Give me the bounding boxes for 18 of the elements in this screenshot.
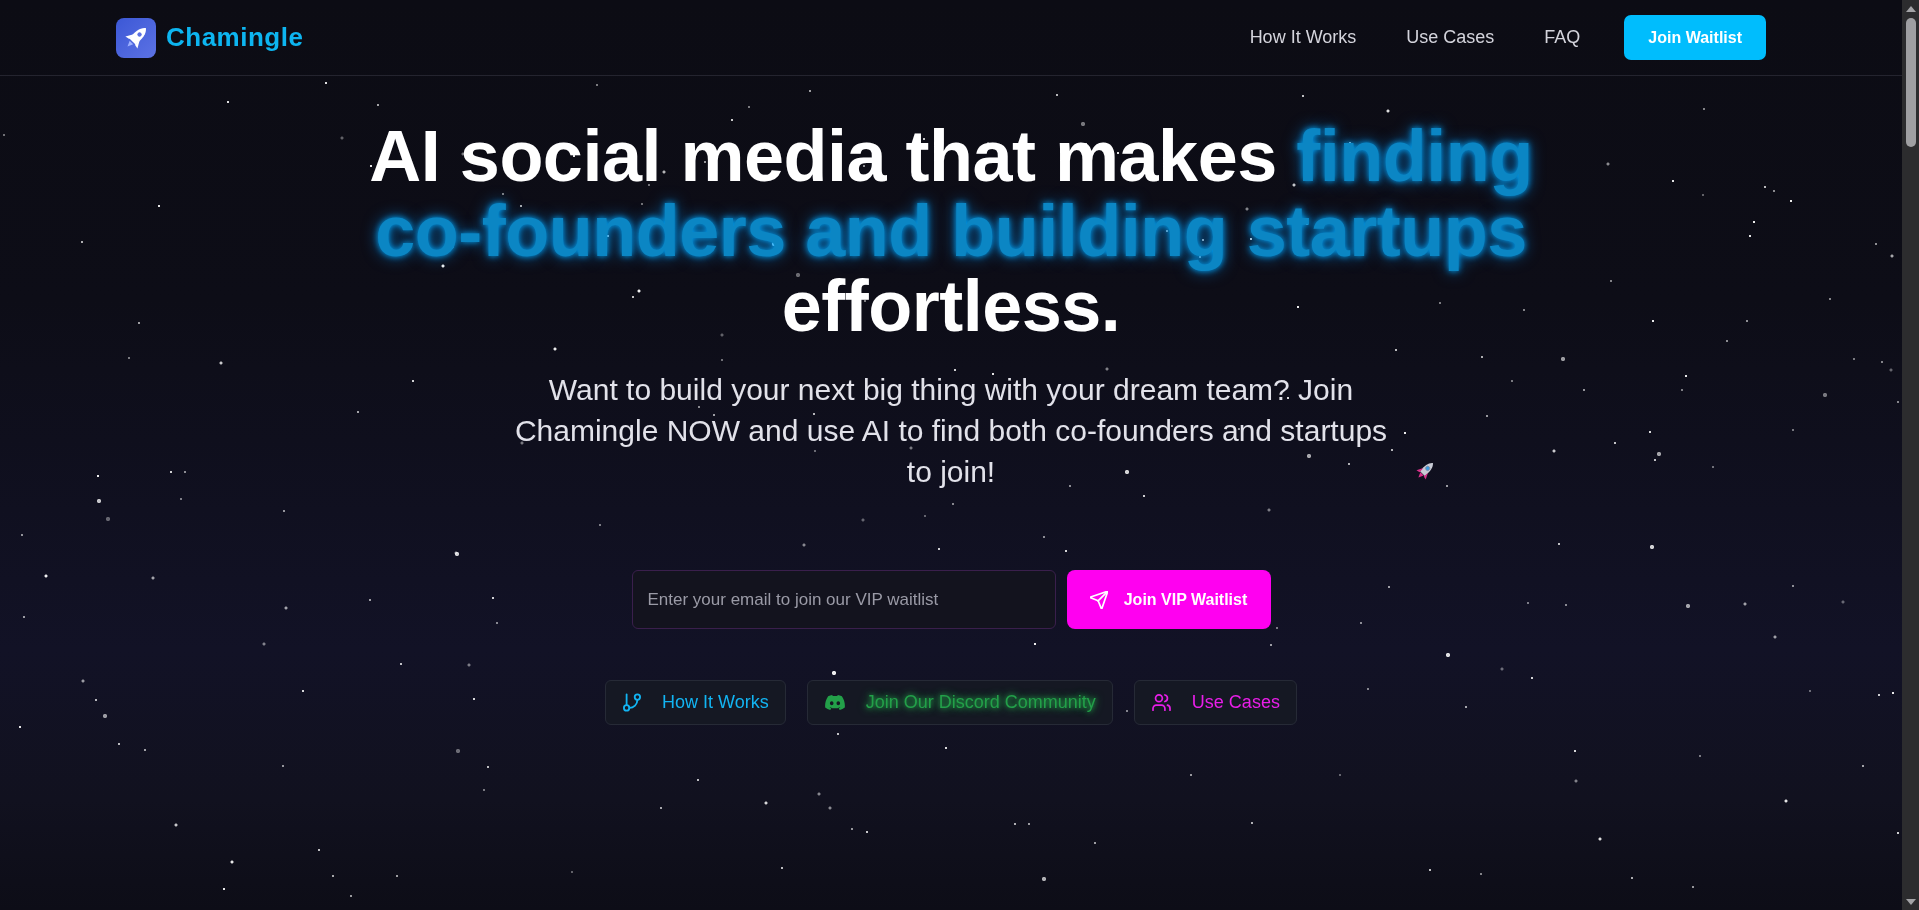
nav-link[interactable]: Use Cases bbox=[1406, 27, 1495, 48]
scroll-down-icon[interactable] bbox=[1905, 898, 1916, 905]
rocket-logo-icon bbox=[116, 17, 156, 58]
users-icon bbox=[1151, 694, 1171, 711]
nav-link[interactable]: FAQ bbox=[1544, 27, 1581, 48]
hero-headline: AI social media that makes finding co-founders and building startups effortless. bbox=[368, 119, 1534, 344]
hero-subtitle: Want to build your next big thing with your dream team? Join Chamingle NOW and use AI to find both co-founders and startups to join! bbox=[513, 372, 1389, 490]
discord-icon bbox=[824, 695, 845, 710]
nav-link[interactable]: How It Works bbox=[1249, 27, 1357, 48]
branch-icon bbox=[623, 693, 642, 712]
send-icon bbox=[1089, 590, 1108, 609]
brand-name: Chamingle bbox=[166, 22, 304, 53]
scroll-up-icon[interactable] bbox=[1905, 5, 1916, 12]
link-button[interactable]: Use Cases bbox=[1133, 680, 1297, 725]
email-field[interactable]: Enter your email to join our VIP waitlist bbox=[631, 570, 1056, 629]
link-button[interactable]: How It Works bbox=[605, 680, 786, 725]
scrollbar-thumb[interactable] bbox=[1905, 18, 1916, 147]
link-button[interactable]: Join Our Discord Community bbox=[806, 680, 1113, 725]
